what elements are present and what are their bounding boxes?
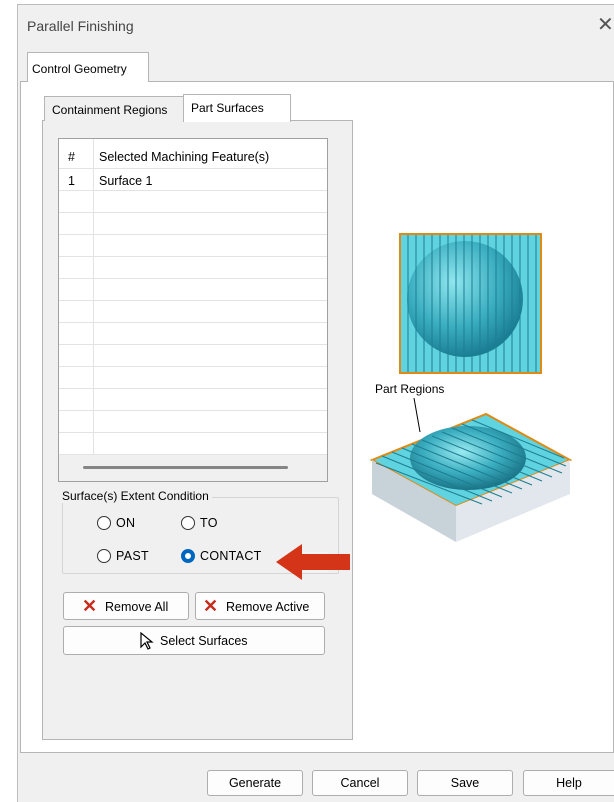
- row-num: 1: [68, 174, 75, 188]
- empty-row: [59, 213, 327, 235]
- header-feature: Selected Machining Feature(s): [99, 150, 270, 164]
- save-button[interactable]: Save: [417, 770, 513, 796]
- remove-all-label: Remove All: [105, 600, 169, 614]
- tab-containment-regions[interactable]: Containment Regions: [44, 96, 184, 121]
- horizontal-scrollbar[interactable]: [59, 455, 327, 481]
- cancel-button[interactable]: Cancel: [312, 770, 408, 796]
- callout-arrow-icon: [276, 544, 350, 580]
- machining-features-list[interactable]: # Selected Machining Feature(s) 1 Surfac…: [58, 138, 328, 482]
- radio-contact-circle-selected: [181, 549, 195, 563]
- empty-row: [59, 191, 327, 213]
- remove-active-label: Remove Active: [226, 600, 310, 614]
- tab-control-geometry[interactable]: Control Geometry: [27, 52, 149, 82]
- table-row[interactable]: 1 Surface 1: [59, 169, 327, 191]
- radio-past-label: PAST: [116, 549, 149, 563]
- remove-all-button[interactable]: ✕ Remove All: [63, 592, 189, 620]
- empty-row: [59, 235, 327, 257]
- title-bar: Parallel Finishing ✕: [18, 5, 614, 49]
- window-title: Parallel Finishing: [27, 18, 134, 34]
- radio-to-circle: [181, 516, 195, 530]
- radio-to-label: TO: [200, 516, 218, 530]
- scrollbar-thumb[interactable]: [83, 466, 288, 469]
- empty-row: [59, 411, 327, 433]
- part-regions-label: Part Regions: [375, 382, 445, 396]
- radio-past-circle: [97, 549, 111, 563]
- help-button[interactable]: Help: [523, 770, 614, 796]
- table-header: # Selected Machining Feature(s): [59, 145, 327, 169]
- generate-button[interactable]: Generate: [207, 770, 303, 796]
- empty-row: [59, 433, 327, 455]
- empty-row: [59, 323, 327, 345]
- close-icon[interactable]: ✕: [597, 14, 614, 36]
- radio-on-label: ON: [116, 516, 136, 530]
- select-surfaces-button[interactable]: Select Surfaces: [63, 626, 325, 655]
- select-surfaces-label: Select Surfaces: [160, 634, 248, 648]
- top-view-illustration: [399, 233, 542, 374]
- row-feature: Surface 1: [99, 174, 153, 188]
- empty-row: [59, 257, 327, 279]
- remove-all-x-icon: ✕: [82, 596, 98, 616]
- empty-row: [59, 389, 327, 411]
- tab-part-surfaces[interactable]: Part Surfaces: [183, 94, 291, 122]
- radio-contact-label: CONTACT: [200, 549, 262, 563]
- tab-control-geometry-label: Control Geometry: [32, 62, 127, 76]
- remove-active-x-icon: ✕: [203, 596, 219, 616]
- empty-row: [59, 301, 327, 323]
- extent-condition-label: Surface(s) Extent Condition: [59, 489, 212, 503]
- arrow-shape: [276, 544, 350, 580]
- isometric-view-illustration: [369, 397, 573, 542]
- empty-row: [59, 279, 327, 301]
- radio-on-circle: [97, 516, 111, 530]
- tab-containment-regions-label: Containment Regions: [52, 103, 168, 117]
- header-num: #: [68, 150, 75, 164]
- tab-part-surfaces-label: Part Surfaces: [191, 101, 264, 115]
- empty-row: [59, 367, 327, 389]
- empty-row: [59, 345, 327, 367]
- remove-active-button[interactable]: ✕ Remove Active: [195, 592, 325, 620]
- cursor-arrow-icon: [140, 632, 154, 650]
